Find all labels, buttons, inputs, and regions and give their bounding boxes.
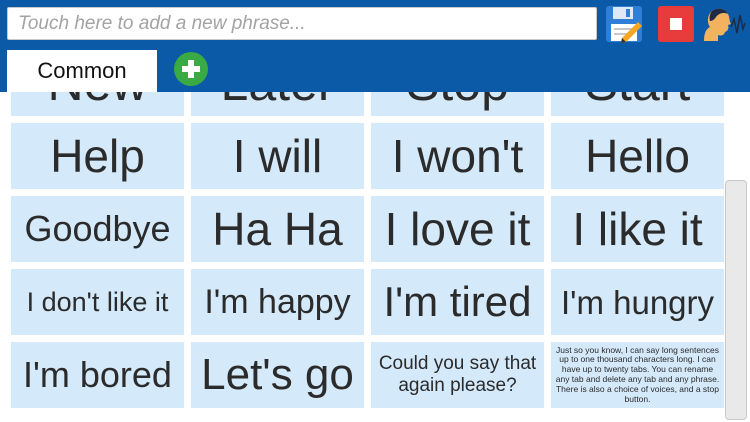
phrase-label: I won't bbox=[391, 130, 524, 182]
phrase-label: Let's go bbox=[201, 350, 354, 399]
phrase-label: I'm hungry bbox=[560, 283, 715, 321]
phrase-button[interactable]: I will bbox=[191, 123, 364, 189]
phrase-label: I don't like it bbox=[26, 286, 169, 317]
phrase-label: I'm tired bbox=[383, 278, 532, 325]
phrase-label: I love it bbox=[384, 203, 531, 255]
phrase-label: I'm happy bbox=[204, 283, 351, 321]
phrase-button[interactable]: I'm hungry bbox=[551, 269, 724, 335]
phrase-grid: New Later Stop Start Help I will I won't Hello G… bbox=[0, 92, 750, 422]
phrase-button[interactable]: I'm happy bbox=[191, 269, 364, 335]
phrase-label: I will bbox=[232, 130, 323, 182]
phrase-button[interactable]: Help bbox=[11, 123, 184, 189]
stop-button[interactable] bbox=[656, 5, 696, 43]
phrase-label: I like it bbox=[572, 203, 703, 255]
phrase-button[interactable]: I like it bbox=[551, 196, 724, 262]
save-button[interactable] bbox=[605, 5, 645, 43]
phrase-label: Later bbox=[221, 92, 335, 108]
phrase-button[interactable]: I'm tired bbox=[371, 269, 544, 335]
phrase-button[interactable]: Goodbye bbox=[11, 196, 184, 262]
phrase-button[interactable]: Just so you know, I can say long sentenc… bbox=[551, 342, 724, 408]
phrase-button[interactable]: I'm bored bbox=[11, 342, 184, 408]
phrase-button[interactable]: Ha Ha bbox=[191, 196, 364, 262]
phrase-label: Stop bbox=[406, 92, 509, 108]
phrase-button[interactable]: I love it bbox=[371, 196, 544, 262]
top-toolbar: Common bbox=[0, 0, 750, 92]
phrase-button[interactable]: Start bbox=[551, 92, 724, 116]
phrase-label: I'm bored bbox=[23, 354, 172, 395]
phrase-label: Ha Ha bbox=[212, 203, 343, 255]
plus-circle-icon bbox=[182, 60, 200, 78]
phrase-button[interactable]: Stop bbox=[371, 92, 544, 116]
floppy-disk-pencil-icon bbox=[606, 6, 642, 43]
phrase-label: Hello bbox=[585, 130, 690, 182]
add-tab-button[interactable] bbox=[174, 52, 208, 86]
phrase-label: Just so you know, I can say long sentenc… bbox=[555, 344, 720, 404]
phrase-label: Could you say that again please? bbox=[378, 353, 537, 396]
scrollbar[interactable] bbox=[725, 180, 747, 420]
speaking-head-icon bbox=[704, 8, 746, 42]
phrase-button[interactable]: New bbox=[11, 92, 184, 116]
phrase-button[interactable]: Let's go bbox=[191, 342, 364, 408]
phrase-button[interactable]: Could you say that again please? bbox=[371, 342, 544, 408]
phrase-button[interactable]: Later bbox=[191, 92, 364, 116]
stop-icon bbox=[658, 6, 694, 42]
phrase-label: Help bbox=[50, 130, 145, 182]
phrase-label: New bbox=[47, 92, 147, 108]
voice-button[interactable] bbox=[700, 5, 746, 43]
phrase-button[interactable]: I don't like it bbox=[11, 269, 184, 335]
phrase-label: Start bbox=[585, 92, 691, 108]
tab-common[interactable]: Common bbox=[7, 50, 157, 92]
phrase-label: Goodbye bbox=[24, 208, 171, 249]
phrase-button[interactable]: Hello bbox=[551, 123, 724, 189]
phrase-button[interactable]: I won't bbox=[371, 123, 544, 189]
new-phrase-input[interactable] bbox=[7, 7, 597, 40]
